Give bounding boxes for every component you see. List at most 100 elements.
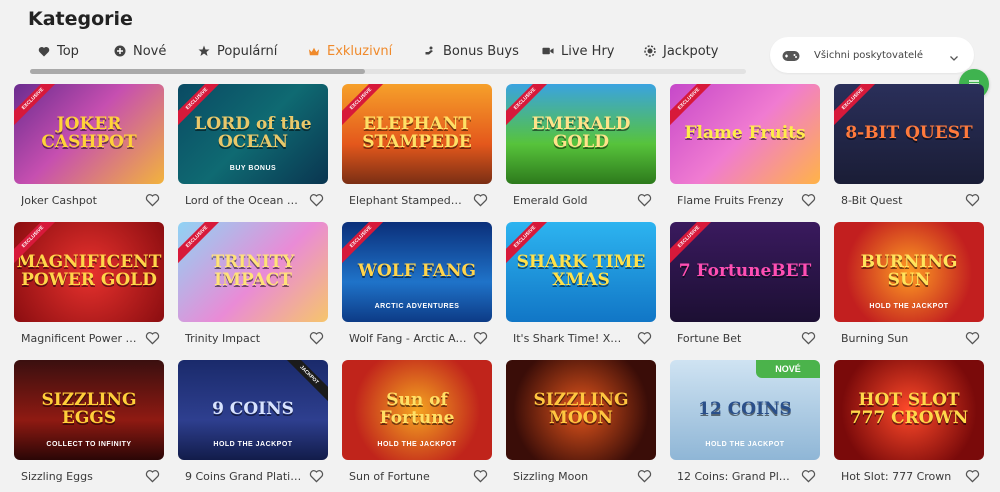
favorite-heart-icon[interactable] (965, 193, 980, 207)
game-thumbnail[interactable]: 7 FortuneBET EXCLUSIVE (670, 222, 820, 322)
game-name[interactable]: Fortune Bet (677, 332, 795, 345)
game-name[interactable]: Lord of the Ocean Bonus Buy (185, 194, 303, 207)
favorite-heart-icon[interactable] (309, 331, 324, 345)
favorite-heart-icon[interactable] (637, 193, 652, 207)
tab-new[interactable]: Nové (114, 44, 166, 59)
favorite-heart-icon[interactable] (145, 331, 160, 345)
game-card[interactable]: EMERALD GOLD EXCLUSIVE Emerald Gold (506, 84, 656, 216)
game-name[interactable]: Trinity Impact (185, 332, 303, 345)
game-art-title: WOLF FANG (357, 261, 477, 282)
game-meta: Hot Slot: 777 Crown (834, 460, 984, 492)
game-thumbnail[interactable]: SIZZLING EGGS COLLECT TO INFINITY (14, 360, 164, 460)
game-card[interactable]: MAGNIFICENT POWER GOLD EXCLUSIVE Magnifice… (14, 222, 164, 354)
game-meta: Flame Fruits Frenzy (670, 184, 820, 216)
game-thumbnail[interactable]: JOKER CASHPOT EXCLUSIVE (14, 84, 164, 184)
game-card[interactable]: Flame Fruits EXCLUSIVE Flame Fruits Frenzy (670, 84, 820, 216)
game-name[interactable]: It's Shark Time! Xmas (513, 332, 631, 345)
tab-label: Exkluzivní (327, 43, 393, 59)
video-camera-icon (542, 45, 554, 57)
tab-jackpots[interactable]: Jackpoty (644, 44, 718, 59)
game-card[interactable]: Sun of Fortune HOLD THE JACKPOT Sun of For… (342, 360, 492, 492)
jackpot-ribbon: JACKPOT (279, 360, 328, 405)
game-name[interactable]: Emerald Gold (513, 194, 631, 207)
game-card[interactable]: BURNING SUN HOLD THE JACKPOT Burning Sun (834, 222, 984, 354)
game-art-subtitle: HOLD THE JACKPOT (213, 441, 293, 448)
favorite-heart-icon[interactable] (965, 469, 980, 483)
favorite-heart-icon[interactable] (801, 193, 816, 207)
game-name[interactable]: Hot Slot: 777 Crown (841, 470, 959, 483)
game-name[interactable]: Burning Sun (841, 332, 959, 345)
game-card[interactable]: JOKER CASHPOT EXCLUSIVE Joker Cashpot (14, 84, 164, 216)
game-thumbnail[interactable]: WOLF FANG ARCTIC ADVENTURES EXCLUSIVE (342, 222, 492, 322)
game-card[interactable]: 8-BIT QUEST EXCLUSIVE 8-Bit Quest (834, 84, 984, 216)
tab-top[interactable]: Top (38, 44, 79, 59)
game-art-title: LORD of the OCEAN (194, 114, 312, 152)
favorite-heart-icon[interactable] (473, 469, 488, 483)
game-name[interactable]: 12 Coins: Grand Platinum Edition (677, 470, 795, 483)
favorite-heart-icon[interactable] (801, 331, 816, 345)
game-card[interactable]: WOLF FANG ARCTIC ADVENTURES EXCLUSIVE Wolf … (342, 222, 492, 354)
game-name[interactable]: 8-Bit Quest (841, 194, 959, 207)
game-name[interactable]: Flame Fruits Frenzy (677, 194, 795, 207)
game-card[interactable]: ELEPHANT STAMPEDE EXCLUSIVE Elephant Stamp… (342, 84, 492, 216)
game-card[interactable]: SIZZLING EGGS COLLECT TO INFINITY Sizzling… (14, 360, 164, 492)
game-thumbnail[interactable]: LORD of the OCEAN BUY BONUS EXCLUSIVE (178, 84, 328, 184)
game-thumbnail[interactable]: HOT SLOT 777 CROWN (834, 360, 984, 460)
game-name[interactable]: Wolf Fang - Arctic Adventures (349, 332, 467, 345)
plus-circle-icon (114, 45, 126, 57)
favorite-heart-icon[interactable] (965, 331, 980, 345)
hand-icon (424, 45, 436, 57)
game-name[interactable]: Sun of Fortune (349, 470, 467, 483)
game-meta: Fortune Bet (670, 322, 820, 354)
game-thumbnail[interactable]: BURNING SUN HOLD THE JACKPOT (834, 222, 984, 322)
game-card[interactable]: LORD of the OCEAN BUY BONUS EXCLUSIVE Lord … (178, 84, 328, 216)
game-card[interactable]: 7 FortuneBET EXCLUSIVE Fortune Bet (670, 222, 820, 354)
game-card[interactable]: 9 COINS HOLD THE JACKPOT JACKPOT 9 Coins Gr… (178, 360, 328, 492)
game-thumbnail[interactable]: Sun of Fortune HOLD THE JACKPOT (342, 360, 492, 460)
game-thumbnail[interactable]: TRINITY IMPACT EXCLUSIVE (178, 222, 328, 322)
tab-bonus-buys[interactable]: Bonus Buys (424, 44, 519, 59)
favorite-heart-icon[interactable] (309, 469, 324, 483)
game-name[interactable]: Elephant Stampede SE (349, 194, 467, 207)
game-thumbnail[interactable]: EMERALD GOLD EXCLUSIVE (506, 84, 656, 184)
tabs-scrollbar[interactable] (30, 69, 746, 74)
game-art-title: SIZZLING EGGS (41, 390, 137, 428)
game-card[interactable]: 12 COINS HOLD THE JACKPOT NOVÉ 12 Coins: Gr… (670, 360, 820, 492)
tab-label: Populární (217, 43, 278, 59)
game-name[interactable]: Sizzling Moon (513, 470, 631, 483)
game-thumbnail[interactable]: 9 COINS HOLD THE JACKPOT JACKPOT (178, 360, 328, 460)
game-thumbnail[interactable]: MAGNIFICENT POWER GOLD EXCLUSIVE (14, 222, 164, 322)
game-art-subtitle: HOLD THE JACKPOT (869, 303, 949, 310)
game-thumbnail[interactable]: ELEPHANT STAMPEDE EXCLUSIVE (342, 84, 492, 184)
favorite-heart-icon[interactable] (637, 331, 652, 345)
game-art-title: Flame Fruits (684, 123, 806, 144)
game-name[interactable]: Magnificent Power Gold (21, 332, 139, 345)
tab-popular[interactable]: Populární (198, 44, 277, 59)
game-card[interactable]: TRINITY IMPACT EXCLUSIVE Trinity Impact (178, 222, 328, 354)
favorite-heart-icon[interactable] (473, 193, 488, 207)
favorite-heart-icon[interactable] (473, 331, 488, 345)
game-name[interactable]: 9 Coins Grand Platinum Edition (185, 470, 303, 483)
tab-exclusive[interactable]: Exkluzivní (308, 44, 392, 59)
favorite-heart-icon[interactable] (145, 469, 160, 483)
game-card[interactable]: SHARK TIME XMAS EXCLUSIVE It's Shark Time!… (506, 222, 656, 354)
game-meta: Lord of the Ocean Bonus Buy (178, 184, 328, 216)
provider-select[interactable]: Všichni poskytovatelé (770, 37, 974, 73)
star-icon (198, 45, 210, 57)
game-card[interactable]: HOT SLOT 777 CROWN Hot Slot: 777 Crown (834, 360, 984, 492)
game-card[interactable]: SIZZLING MOON Sizzling Moon (506, 360, 656, 492)
game-name[interactable]: Sizzling Eggs (21, 470, 139, 483)
game-thumbnail[interactable]: Flame Fruits EXCLUSIVE (670, 84, 820, 184)
game-thumbnail[interactable]: 8-BIT QUEST EXCLUSIVE (834, 84, 984, 184)
game-thumbnail[interactable]: SIZZLING MOON (506, 360, 656, 460)
game-thumbnail[interactable]: 12 COINS HOLD THE JACKPOT NOVÉ (670, 360, 820, 460)
tab-live-games[interactable]: Live Hry (542, 44, 615, 59)
favorite-heart-icon[interactable] (145, 193, 160, 207)
favorite-heart-icon[interactable] (637, 469, 652, 483)
game-meta: Joker Cashpot (14, 184, 164, 216)
game-thumbnail[interactable]: SHARK TIME XMAS EXCLUSIVE (506, 222, 656, 322)
favorite-heart-icon[interactable] (801, 469, 816, 483)
tabs-scrollbar-thumb[interactable] (30, 69, 365, 74)
game-name[interactable]: Joker Cashpot (21, 194, 139, 207)
favorite-heart-icon[interactable] (309, 193, 324, 207)
